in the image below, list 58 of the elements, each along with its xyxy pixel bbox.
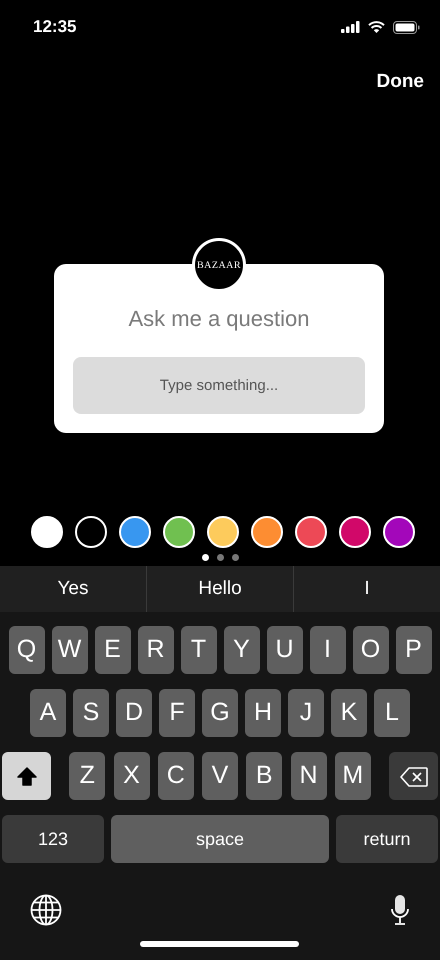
letter-key[interactable]: Y: [224, 626, 260, 674]
letter-key[interactable]: B: [246, 752, 282, 800]
wifi-icon: [368, 21, 385, 33]
color-swatch[interactable]: [207, 516, 239, 548]
letter-key[interactable]: U: [266, 626, 302, 674]
delete-key[interactable]: [389, 752, 438, 800]
suggestion[interactable]: I: [294, 566, 440, 612]
question-title: Ask me a question: [128, 305, 310, 333]
color-swatch[interactable]: [251, 516, 283, 548]
letter-key[interactable]: N: [290, 752, 326, 800]
color-swatch[interactable]: [339, 516, 371, 548]
letter-key[interactable]: P: [396, 626, 432, 674]
color-swatch[interactable]: [31, 516, 63, 548]
letter-key[interactable]: X: [114, 752, 150, 800]
letter-key[interactable]: Q: [8, 626, 44, 674]
letter-key[interactable]: A: [30, 689, 66, 737]
page-dot[interactable]: [216, 554, 224, 560]
color-swatch[interactable]: [295, 516, 327, 548]
color-swatch[interactable]: [163, 516, 195, 548]
answer-field[interactable]: Type something...: [73, 357, 365, 414]
letter-key[interactable]: D: [116, 689, 152, 737]
microphone-icon[interactable]: [390, 894, 410, 926]
letter-key[interactable]: K: [331, 689, 367, 737]
done-button[interactable]: Done: [374, 68, 426, 96]
letter-key[interactable]: R: [138, 626, 174, 674]
shift-key[interactable]: [2, 752, 51, 800]
letter-key[interactable]: J: [288, 689, 324, 737]
color-swatch[interactable]: [119, 516, 151, 548]
letter-key[interactable]: C: [158, 752, 194, 800]
color-swatch[interactable]: [75, 516, 107, 548]
signal-icon: [341, 21, 360, 33]
letter-key[interactable]: H: [245, 689, 281, 737]
page-dot[interactable]: [232, 554, 238, 560]
letter-key[interactable]: G: [202, 689, 238, 737]
numbers-key[interactable]: 123: [2, 815, 104, 863]
return-key[interactable]: return: [336, 815, 438, 863]
letter-key[interactable]: Z: [69, 752, 106, 800]
letter-key[interactable]: I: [310, 626, 346, 674]
letter-key[interactable]: L: [374, 689, 410, 737]
battery-icon: [393, 20, 420, 34]
shift-icon: [16, 767, 36, 786]
letter-key[interactable]: W: [52, 626, 88, 674]
globe-icon[interactable]: [30, 894, 62, 926]
suggestion[interactable]: Yes: [0, 566, 146, 612]
profile-avatar: BAZAAR: [192, 238, 246, 292]
status-time: 12:35: [33, 16, 76, 38]
page-dot[interactable]: [202, 554, 208, 560]
letter-key[interactable]: M: [334, 752, 371, 800]
letter-key[interactable]: T: [180, 626, 216, 674]
letter-key[interactable]: O: [352, 626, 388, 674]
letter-key[interactable]: E: [94, 626, 130, 674]
letter-key[interactable]: F: [159, 689, 195, 737]
suggestion[interactable]: Hello: [147, 566, 293, 612]
space-key[interactable]: space: [111, 815, 329, 863]
letter-key[interactable]: V: [202, 752, 238, 800]
color-swatch[interactable]: [383, 516, 415, 548]
delete-icon: [400, 766, 428, 787]
letter-key[interactable]: S: [73, 689, 109, 737]
